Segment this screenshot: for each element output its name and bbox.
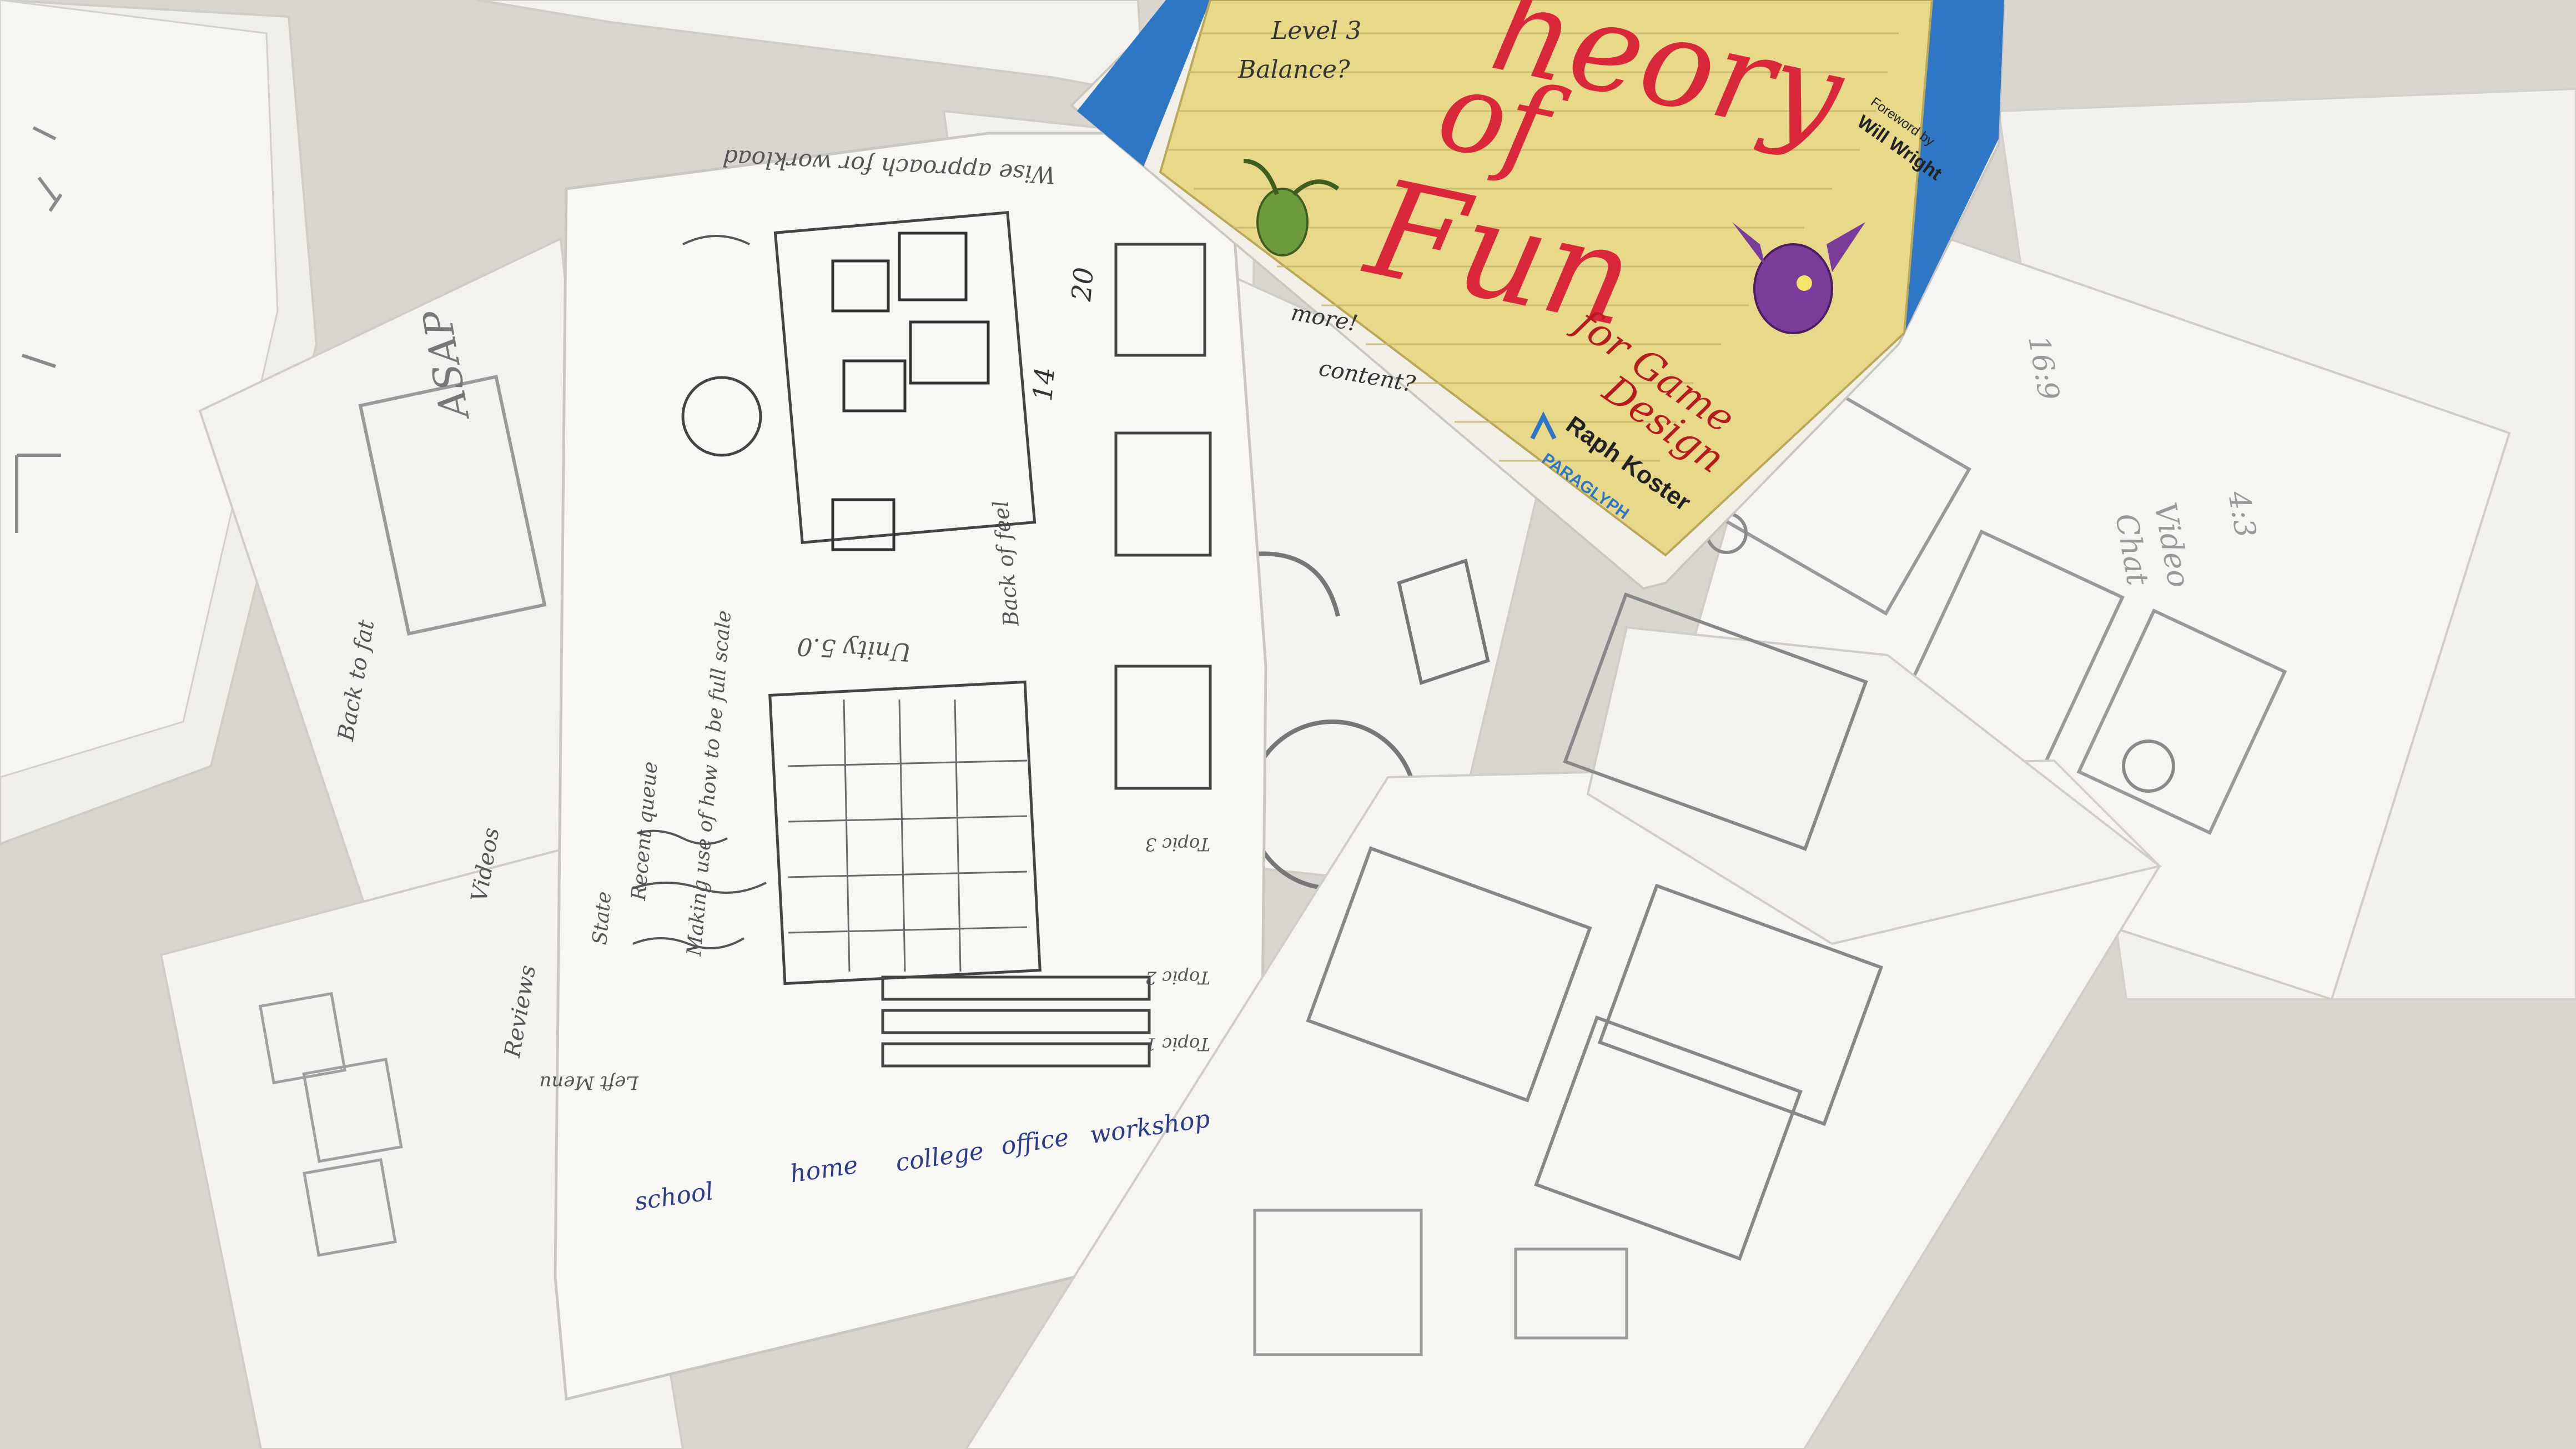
book-note-level: Level 3 xyxy=(1271,17,1362,45)
label-20: 20 xyxy=(1066,266,1100,303)
label-14: 14 xyxy=(1027,366,1061,402)
label-left-menu: Left Menu xyxy=(539,1071,638,1094)
photo-scene: heory of Fun for Game Design Raph Koster… xyxy=(0,0,2576,1449)
desk-illustration xyxy=(0,0,2576,1449)
label-topic-2: Topic 2 xyxy=(1145,967,1210,988)
label-unity: Unity 5.0 xyxy=(796,632,912,666)
label-topic-3: Topic 3 xyxy=(1145,834,1210,855)
label-topic-1: Topic 1 xyxy=(1145,1034,1210,1055)
label-state: State xyxy=(588,890,616,946)
book-note-balance: Balance? xyxy=(1238,56,1350,84)
